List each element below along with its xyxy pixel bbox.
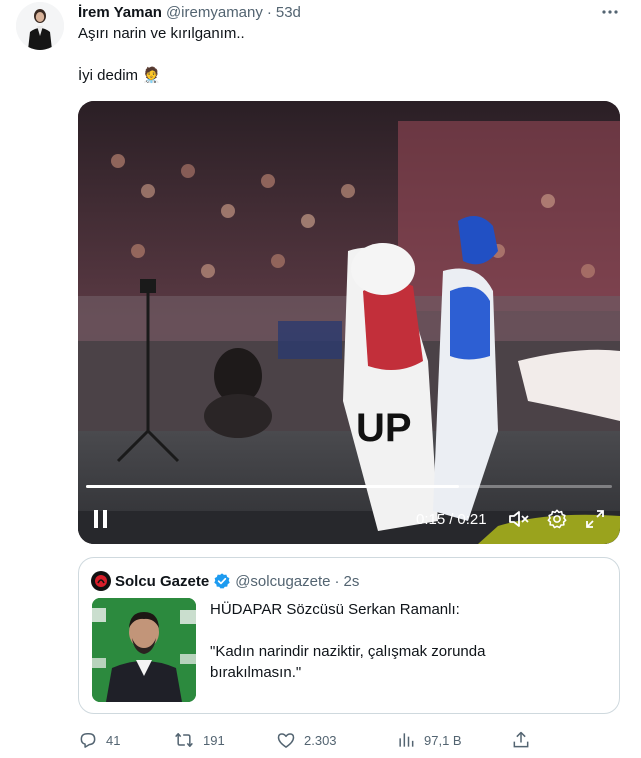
video-frame: UP (78, 101, 620, 544)
views-chart-icon (399, 733, 414, 747)
quoted-tweet-header: Solcu Gazete @solcugazete · 2s (91, 571, 359, 591)
reply-icon (80, 733, 96, 748)
gear-icon (547, 509, 567, 529)
quoted-author-handle[interactable]: @solcugazete (235, 573, 330, 590)
share-button[interactable] (511, 728, 531, 752)
quoted-author-name[interactable]: Solcu Gazete (115, 573, 209, 590)
quoted-tweet[interactable]: Solcu Gazete @solcugazete · 2s HÜDAPAR S… (78, 557, 620, 714)
jersey-text: UP (356, 406, 412, 450)
quoted-text-line-2: "Kadın narindir naziktir, çalışmak zorun… (210, 643, 486, 660)
quoted-text-line-3: bırakılmasın." (210, 664, 302, 681)
like-button[interactable]: 2.303 (276, 728, 337, 752)
solcu-gazete-logo[interactable] (91, 571, 111, 591)
tweet-text-line-2-label: İyi dedim (78, 67, 139, 84)
views-count: 97,1 B (424, 732, 462, 748)
pause-icon (94, 510, 107, 528)
fullscreen-icon (586, 510, 604, 528)
mute-button[interactable] (506, 501, 532, 537)
tweet-time[interactable]: 53d (276, 4, 301, 21)
video-current-time: 0:15 (416, 510, 446, 528)
video-progress-fill (86, 485, 460, 488)
video-progress-track[interactable] (86, 485, 612, 488)
thumbnail-photo (92, 598, 196, 702)
tweet-actions: 41 191 2.303 97,1 B (78, 728, 548, 752)
fullscreen-button[interactable] (582, 501, 608, 537)
tweet: İrem Yaman @iremyamany · 53d Aşırı narin… (0, 0, 641, 758)
more-button[interactable] (598, 2, 622, 22)
retweet-icon (175, 733, 193, 747)
quoted-time[interactable]: 2s (343, 573, 359, 590)
more-horizontal-icon (602, 10, 618, 14)
header-separator: · (266, 3, 272, 21)
speaker-muted-icon (509, 511, 529, 527)
heart-icon (277, 733, 295, 748)
share-icon (513, 731, 529, 748)
avatar-photo (16, 2, 64, 50)
tweet-text-line-1: Aşırı narin ve kırılganım.. (78, 25, 245, 42)
tweet-text-line-2: İyi dedim 🧑‍⚕️ (78, 66, 161, 86)
views-button[interactable]: 97,1 B (396, 728, 462, 752)
quoted-thumbnail[interactable] (92, 598, 196, 702)
author-avatar[interactable] (16, 2, 64, 50)
author-handle[interactable]: @iremyamany (166, 4, 263, 21)
video-duration: 0:21 (457, 510, 487, 528)
source-logo-icon (95, 575, 107, 587)
video-time-readout: 0:15 / 0:21 (416, 501, 487, 537)
tweet-header: İrem Yaman @iremyamany · 53d (78, 2, 301, 22)
like-count: 2.303 (304, 732, 337, 748)
settings-button[interactable] (544, 501, 570, 537)
quoted-separator: · (334, 572, 340, 590)
quoted-text-line-1: HÜDAPAR Sözcüsü Serkan Ramanlı: (210, 601, 460, 618)
retweet-count: 191 (203, 732, 225, 748)
health-worker-emoji: 🧑‍⚕️ (142, 67, 161, 84)
pause-button[interactable] (86, 501, 116, 537)
retweet-button[interactable]: 191 (173, 728, 225, 752)
reply-button[interactable]: 41 (78, 728, 120, 752)
reply-count: 41 (106, 732, 121, 748)
video-time-divider: / (449, 510, 454, 528)
video-player[interactable]: UP 0:15 / 0:21 (78, 101, 620, 544)
verified-badge-icon (214, 573, 230, 589)
author-name[interactable]: İrem Yaman (78, 4, 162, 21)
